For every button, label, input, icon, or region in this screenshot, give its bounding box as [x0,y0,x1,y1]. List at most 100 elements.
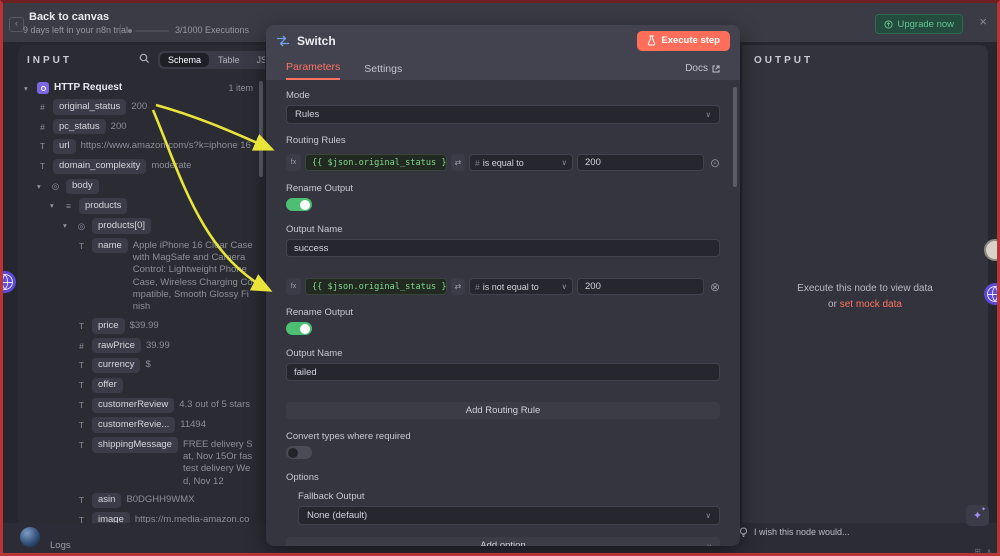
output-empty-line2: or set mock data [742,297,988,313]
tree-key[interactable]: name [92,238,128,253]
number-type-icon: # [76,341,87,352]
upgrade-now-button[interactable]: Upgrade now [875,14,963,34]
tree-row[interactable]: ▾≡products [22,198,263,213]
tree-key[interactable]: pc_status [53,119,106,134]
tree-row[interactable]: Tdomain_complexitymoderate [22,159,263,174]
tree-key[interactable]: customerRevie... [92,417,175,432]
close-banner-icon[interactable]: × [979,14,987,29]
tab-parameters[interactable]: Parameters [286,61,340,80]
fx-icon[interactable]: fx [286,154,301,171]
browser-extension-globe-icon[interactable] [0,271,16,293]
output-name-input[interactable]: success [286,239,720,257]
divider: | [119,23,122,35]
execute-step-button[interactable]: Execute step [637,31,730,51]
rule-remove-icon[interactable]: ⊗ [710,278,720,295]
back-icon[interactable]: ‹ [9,17,24,32]
tree-key[interactable]: shippingMessage [92,437,178,452]
tree-row[interactable]: Timagehttps://m.media-amazon.com/images/… [22,512,263,523]
upgrade-arrow-icon [884,20,893,29]
rule-options-icon[interactable]: ⊙ [710,154,720,171]
mode-select[interactable]: Rules ∨ [286,105,720,124]
tree-row[interactable]: TcustomerReview4.3 out of 5 stars [22,398,263,413]
tree-row[interactable]: ▾◎products[0] [22,218,263,233]
tree-key[interactable]: url [53,139,76,154]
set-mock-data-link[interactable]: set mock data [840,299,902,310]
comparison-value-input[interactable]: 200 [577,278,704,295]
docs-link[interactable]: Docs [685,63,720,80]
tab-settings[interactable]: Settings [364,63,402,80]
node-parameters-body: Mode Rules ∨ Routing Rules fx{{ $json.or… [266,80,740,546]
output-name-input[interactable]: failed [286,363,720,381]
collapse-icon[interactable]: ∧ [986,547,992,556]
tree-key[interactable]: products [79,198,127,213]
expression-field[interactable]: {{ $json.original_status }} [305,154,447,171]
node-panel-scrollbar[interactable] [733,87,737,187]
tree-key[interactable]: products[0] [92,218,151,233]
tree-key[interactable]: image [92,512,130,523]
tree-key[interactable]: domain_complexity [53,159,146,174]
search-icon[interactable] [139,53,150,64]
tree-value: $ [145,358,150,372]
tree-key[interactable]: rawPrice [92,338,141,353]
chevron-down-icon[interactable]: ▾ [24,84,32,94]
tree-row[interactable]: TcustomerRevie...11494 [22,417,263,432]
tab-schema[interactable]: Schema [160,53,209,67]
swap-icon[interactable]: ⇄ [451,278,465,295]
tree-value: 200 [111,119,127,133]
tab-json[interactable]: JSON [249,53,265,67]
string-type-icon: T [37,161,48,172]
chevron-down-icon[interactable]: ▾ [37,182,45,192]
tree-key[interactable]: currency [92,358,140,373]
tree-row[interactable]: #original_status200 [22,99,263,114]
chevron-down-icon[interactable]: ▾ [63,221,71,231]
tree-key[interactable]: body [66,179,99,194]
string-type-icon: T [76,440,87,451]
tree-row[interactable]: #pc_status200 [22,119,263,134]
tree-row[interactable]: TnameApple iPhone 16 Clear Case with Mag… [22,238,263,314]
input-scrollbar[interactable] [259,81,263,177]
tree-row[interactable]: #rawPrice39.99 [22,338,263,353]
fx-icon[interactable]: fx [286,278,301,295]
add-option-button[interactable]: Add option ∨ [286,537,720,546]
swap-icon[interactable]: ⇄ [451,154,465,171]
object-type-icon: ◎ [50,181,61,192]
operator-select[interactable]: #is equal to∨ [469,154,573,171]
browser-extension-globe-icon[interactable] [984,283,1000,305]
tree-row[interactable]: TshippingMessageFREE delivery Sat, Nov 1… [22,437,263,488]
comparison-value-input[interactable]: 200 [577,154,704,171]
operator-label: is equal to [483,158,524,168]
browser-extension-icon[interactable] [984,239,1000,261]
grid-icon[interactable]: ⊞ [974,547,981,556]
tree-key[interactable]: original_status [53,99,126,114]
tree-row[interactable]: ▾ ◎ body [22,179,263,194]
tree-row[interactable]: Toffer [22,378,263,393]
tree-key[interactable]: customerReview [92,398,174,413]
wish-input[interactable]: I wish this node would... [739,525,983,539]
tree-key[interactable]: HTTP Request [54,81,122,94]
node-header: Switch Execute step [266,25,740,56]
docs-label: Docs [685,63,708,74]
expression-field[interactable]: {{ $json.original_status }} [305,278,447,295]
rename-output-toggle[interactable] [286,198,312,211]
condition-row: fx{{ $json.original_status }}⇄#is equal … [286,154,720,171]
tab-table[interactable]: Table [210,53,248,67]
tree-row[interactable]: ▾HTTP Request1 item [22,81,263,95]
convert-types-toggle[interactable] [286,446,312,459]
fallback-output-select[interactable]: None (default) ∨ [298,506,720,525]
tree-key[interactable]: price [92,318,125,333]
rename-output-toggle[interactable] [286,322,312,335]
tree-row[interactable]: Tcurrency$ [22,358,263,373]
tree-row[interactable]: Tprice$39.99 [22,318,263,333]
back-to-canvas-link[interactable]: Back to canvas [29,11,109,23]
logs-button[interactable]: Logs [50,540,71,551]
ai-assistant-button[interactable]: ✦✦ [966,505,989,526]
user-avatar[interactable] [20,527,40,547]
tree-row[interactable]: Turlhttps://www.amazon.com/s?k=iphone 16 [22,139,263,154]
tree-row[interactable]: TasinB0DGHH9WMX [22,493,263,508]
tree-key[interactable]: offer [92,378,123,393]
add-routing-rule-button[interactable]: Add Routing Rule [286,402,720,419]
tree-key[interactable]: asin [92,493,121,508]
chevron-down-icon[interactable]: ▾ [50,201,58,211]
string-type-icon: T [76,495,87,506]
operator-select[interactable]: #is not equal to∨ [469,278,573,295]
